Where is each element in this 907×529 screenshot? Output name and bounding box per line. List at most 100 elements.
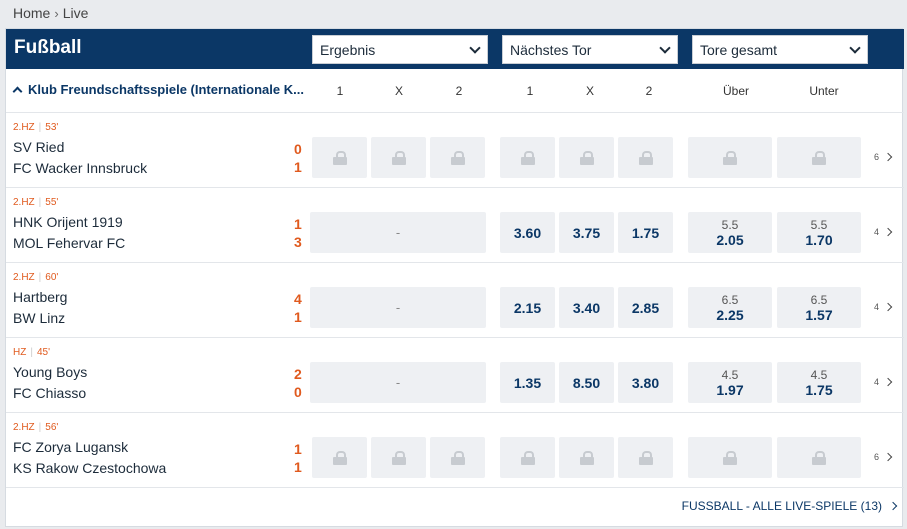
lock-icon xyxy=(450,150,465,165)
more-markets-count: 4 xyxy=(874,227,880,237)
league-toggle[interactable]: Klub Freundschaftsspiele (Internationale… xyxy=(12,82,304,97)
lock-icon xyxy=(812,450,826,465)
odd-button[interactable]: 1.35 xyxy=(500,362,555,403)
more-markets-button[interactable]: 6 xyxy=(874,452,893,462)
odd-cell-locked xyxy=(430,437,485,478)
match-minute: 53' xyxy=(45,122,59,133)
col-next-goal-2: 2 xyxy=(645,84,653,98)
chevron-right-icon xyxy=(883,227,893,237)
chevron-right-icon xyxy=(888,501,898,511)
match-minute: 55' xyxy=(45,197,59,208)
odd-cell-locked xyxy=(371,137,426,178)
more-markets-button[interactable]: 4 xyxy=(874,227,893,237)
col-result-1: 1 xyxy=(336,84,344,98)
odd-button[interactable]: 1.75 xyxy=(618,212,673,253)
odd-cell-locked xyxy=(618,137,673,178)
more-markets-count: 6 xyxy=(874,452,880,462)
match-row[interactable]: 2.HZ | 55' HNK Orijent 1919 MOL Fehervar F… xyxy=(6,188,904,263)
breadcrumb-home[interactable]: Home xyxy=(13,5,50,21)
match-row[interactable]: 2.HZ | 60' Hartberg BW Linz 4 1 - 2.15 3.4… xyxy=(6,263,904,338)
odd-button[interactable]: 2.85 xyxy=(618,287,673,328)
more-markets-button[interactable]: 4 xyxy=(874,377,893,387)
col-result-x: X xyxy=(394,84,403,98)
market-select-next-goal[interactable]: Nächstes Tor xyxy=(502,35,678,64)
league-name: Klub Freundschaftsspiele (Internationale… xyxy=(28,82,304,97)
match-status: 2.HZ | 55' xyxy=(13,197,59,208)
home-team: SV Ried xyxy=(13,139,65,155)
match-period: 2.HZ xyxy=(13,422,35,433)
odd-button[interactable]: 3.40 xyxy=(559,287,614,328)
lock-icon xyxy=(812,150,826,165)
away-team: KS Rakow Czestochowa xyxy=(13,460,167,476)
away-team: BW Linz xyxy=(13,310,66,326)
home-score: 1 xyxy=(294,441,302,457)
odd-cell-locked xyxy=(371,437,426,478)
lock-icon xyxy=(391,450,406,465)
away-team: FC Wacker Innsbruck xyxy=(13,160,148,176)
match-period: 2.HZ xyxy=(13,272,35,283)
odd-button-over[interactable]: 4.5 1.97 xyxy=(688,362,772,403)
odd-value: 1.57 xyxy=(805,306,833,323)
odd-value: 2.85 xyxy=(631,299,660,316)
market-select-totals[interactable]: Tore gesamt xyxy=(692,35,868,64)
result-unavailable: - xyxy=(310,362,486,403)
more-markets-count: 6 xyxy=(874,152,880,162)
odd-cell-locked xyxy=(688,137,772,178)
odd-button-over[interactable]: 6.5 2.25 xyxy=(688,287,772,328)
match-row[interactable]: 2.HZ | 56' FC Zorya Lugansk KS Rakow Czest… xyxy=(6,413,904,488)
odd-value: 2.15 xyxy=(513,299,542,316)
result-unavailable: - xyxy=(310,287,486,328)
lock-icon xyxy=(520,150,535,165)
odd-cell-locked xyxy=(500,437,555,478)
match-status: 2.HZ | 60' xyxy=(13,272,59,283)
match-status: 2.HZ | 56' xyxy=(13,422,59,433)
away-score: 0 xyxy=(294,384,302,400)
home-team: Young Boys xyxy=(13,364,88,380)
more-markets-button[interactable]: 4 xyxy=(874,302,893,312)
chevron-down-icon xyxy=(469,42,481,54)
odd-value: 3.75 xyxy=(572,224,601,241)
column-header: Klub Freundschaftsspiele (Internationale… xyxy=(6,69,904,113)
lock-icon xyxy=(450,450,465,465)
total-line: 4.5 xyxy=(721,367,739,382)
odd-cell-locked xyxy=(559,437,614,478)
match-minute: 45' xyxy=(36,347,50,358)
odd-button[interactable]: 3.80 xyxy=(618,362,673,403)
odd-cell-locked xyxy=(777,437,861,478)
sport-title: Fußball xyxy=(14,37,82,58)
odd-button[interactable]: 2.15 xyxy=(500,287,555,328)
odd-cell-locked xyxy=(500,137,555,178)
match-row[interactable]: HZ | 45' Young Boys FC Chiasso 2 0 - 1.35 … xyxy=(6,338,904,413)
odd-cell-locked xyxy=(688,437,772,478)
odd-button-under[interactable]: 4.5 1.75 xyxy=(777,362,861,403)
home-score: 0 xyxy=(294,141,302,157)
odd-button-under[interactable]: 6.5 1.57 xyxy=(777,287,861,328)
odd-button[interactable]: 8.50 xyxy=(559,362,614,403)
lock-icon xyxy=(638,450,653,465)
lock-icon xyxy=(391,150,406,165)
odd-button[interactable]: 3.75 xyxy=(559,212,614,253)
odd-cell-locked xyxy=(312,137,367,178)
more-markets-button[interactable]: 6 xyxy=(874,152,893,162)
match-status: HZ | 45' xyxy=(13,347,50,358)
market-select-label: Nächstes Tor xyxy=(510,41,592,58)
match-row[interactable]: 2.HZ | 53' SV Ried FC Wacker Innsbruck 0 1… xyxy=(6,113,904,188)
odd-button[interactable]: 3.60 xyxy=(500,212,555,253)
odd-button-under[interactable]: 5.5 1.70 xyxy=(777,212,861,253)
breadcrumb: Home › Live xyxy=(13,4,88,22)
market-select-result[interactable]: Ergebnis xyxy=(312,35,488,64)
odd-button-over[interactable]: 5.5 2.05 xyxy=(688,212,772,253)
odd-value: 2.25 xyxy=(716,306,744,323)
chevron-right-icon xyxy=(883,302,893,312)
chevron-right-icon xyxy=(883,452,893,462)
home-score: 4 xyxy=(294,291,302,307)
more-markets-count: 4 xyxy=(874,302,880,312)
match-minute: 56' xyxy=(45,422,59,433)
odd-cell-locked xyxy=(618,437,673,478)
home-team: Hartberg xyxy=(13,289,68,305)
lock-icon xyxy=(579,150,594,165)
odd-value: 1.97 xyxy=(716,381,744,398)
all-live-games-link[interactable]: FUSSBALL - ALLE LIVE-SPIELE (13) xyxy=(682,499,898,513)
col-over: Über xyxy=(722,84,749,98)
odd-value: 2.05 xyxy=(716,231,744,248)
